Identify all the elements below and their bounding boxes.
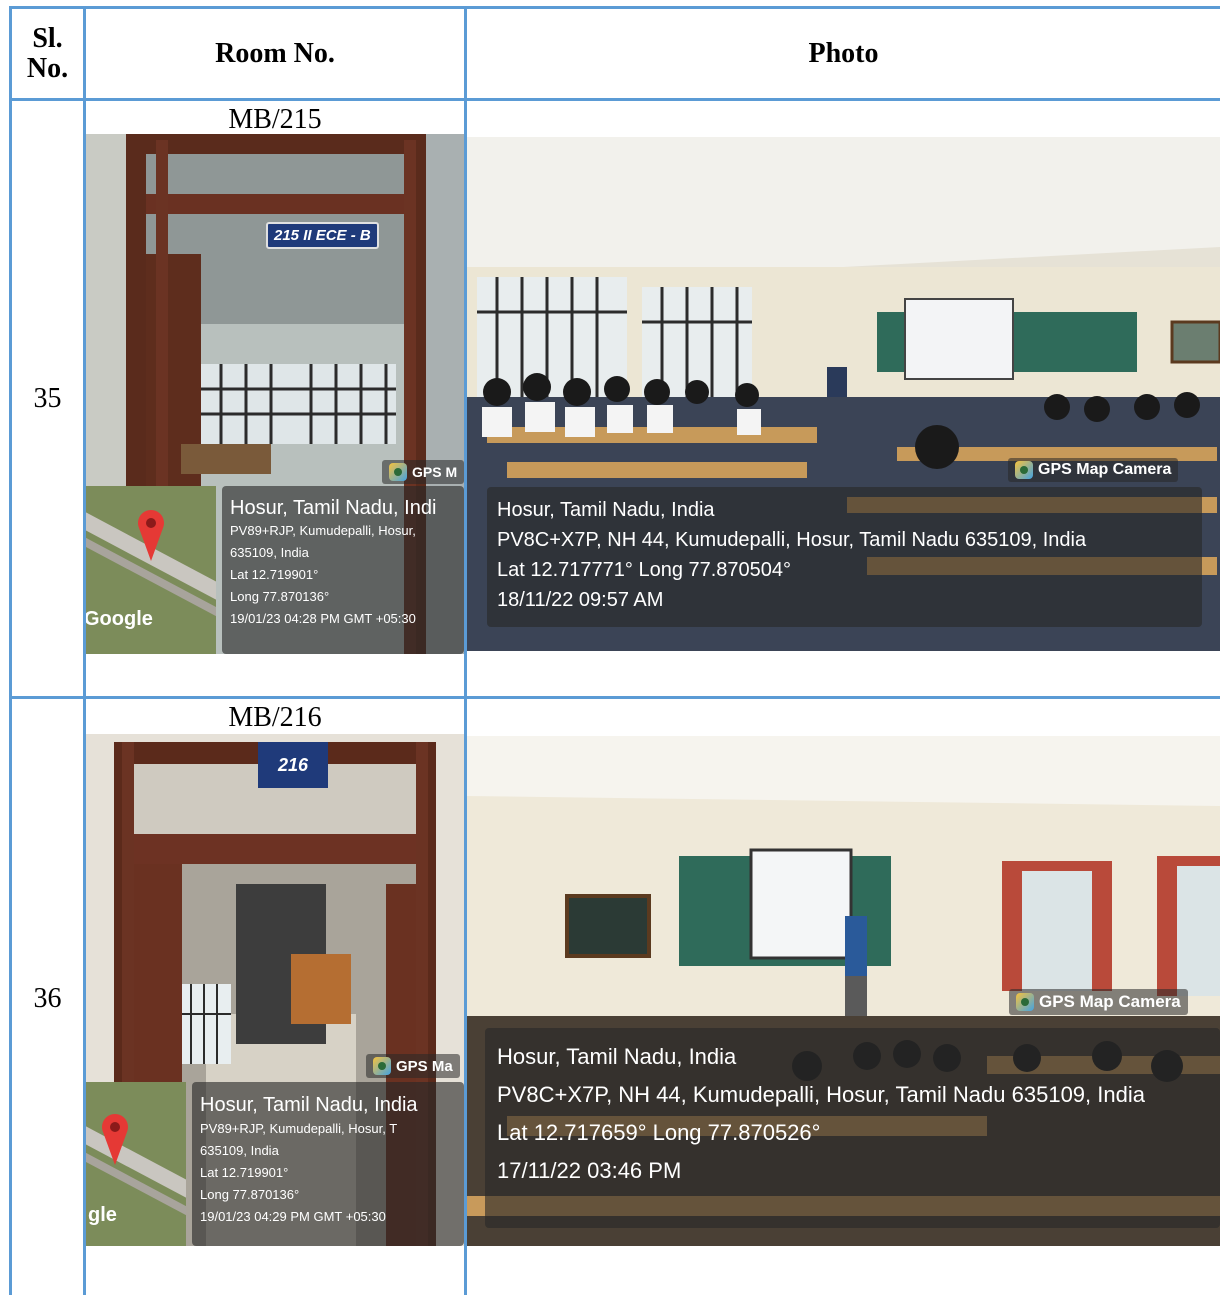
location-map: Google [86,486,216,654]
gps-longitude: Long 77.870136° [230,589,330,604]
gps-camera-label: GPS Map Camera [1038,461,1172,478]
gps-camera-badge: GPS Map Camera [1009,989,1188,1015]
gps-camera-icon [373,1057,391,1075]
gps-camera-badge: GPS Ma [366,1054,460,1078]
gps-info-box: Hosur, Tamil Nadu, India PV8C+X7P, NH 44… [487,487,1202,627]
row-slno: 35 [33,382,62,414]
gps-city: Hosur, Tamil Nadu, India [497,499,715,521]
google-logo: gle [88,1204,117,1226]
gps-info-box: Hosur, Tamil Nadu, Indi PV89+RJP, Kumude… [222,486,464,654]
gps-latitude: Lat 12.719901° [230,567,319,582]
google-logo: Google [86,608,153,630]
header-slno: Sl. No. [26,22,69,84]
gps-camera-label: GPS Map Camera [1039,992,1181,1011]
gps-address: PV8C+X7P, NH 44, Kumudepalli, Hosur, Tam… [497,1082,1145,1107]
header-photo: Photo [808,37,879,69]
gps-address: PV8C+X7P, NH 44, Kumudepalli, Hosur, Tam… [497,529,1087,551]
gps-datetime: 18/11/22 09:57 AM [497,589,664,611]
gps-address-2: 635109, India [230,545,309,560]
gps-address-2: 635109, India [200,1143,279,1158]
gps-latlong: Lat 12.717659° Long 77.870526° [497,1120,821,1145]
gps-city: Hosur, Tamil Nadu, India [200,1094,418,1116]
gps-latlong: Lat 12.717771° Long 77.870504° [497,559,792,581]
table-border-row35 [9,696,1220,699]
row-slno: 36 [33,983,62,1014]
map-pin-icon [102,1114,128,1165]
gps-datetime: 19/01/23 04:28 PM GMT +05:30 [230,611,416,626]
gps-info-box: Hosur, Tamil Nadu, India PV8C+X7P, NH 44… [485,1028,1220,1228]
gps-datetime: 19/01/23 04:29 PM GMT +05:30 [200,1209,386,1224]
gps-address: PV89+RJP, Kumudepalli, Hosur, T [200,1121,398,1136]
gps-camera-badge: GPS Map Camera [1008,458,1179,482]
classroom-photo: GPS Map Camera Hosur, Tamil Nadu, India … [467,137,1220,651]
classroom-photo: GPS Map Camera Hosur, Tamil Nadu, India … [467,736,1220,1246]
room-sign: 216 [258,742,328,788]
gps-latitude: Lat 12.719901° [200,1165,289,1180]
gps-address: PV89+RJP, Kumudepalli, Hosur, [230,523,416,538]
room-number: MB/216 [228,702,322,733]
gps-camera-icon [1015,461,1033,479]
gps-camera-label: GPS Ma [396,1057,453,1075]
location-map: gle [86,1082,186,1246]
room-photo-table: Sl. No. Room No. Photo 35 MB/215 215 II … [0,0,1220,1295]
table-border-header [9,98,1220,101]
gps-info-box: Hosur, Tamil Nadu, India PV89+RJP, Kumud… [192,1082,464,1246]
door-photo: 216 GPS Ma gle Hosur, Tamil Nadu, India … [86,734,464,1246]
gps-city: Hosur, Tamil Nadu, India [497,1044,737,1069]
room-number: MB/215 [228,104,322,135]
gps-longitude: Long 77.870136° [200,1187,300,1202]
gps-datetime: 17/11/22 03:46 PM [497,1158,682,1183]
room-sign: 215 II ECE - B [266,222,379,249]
gps-camera-icon [1016,993,1034,1011]
header-room: Room No. [215,37,335,69]
gps-city: Hosur, Tamil Nadu, Indi [230,497,437,519]
door-photo: 215 II ECE - B GPS M Google Hosur, Tamil… [86,134,464,654]
gps-camera-icon [389,463,407,481]
gps-camera-badge: GPS M [382,460,464,484]
gps-camera-label: GPS M [412,464,458,480]
map-pin-icon [138,510,164,561]
